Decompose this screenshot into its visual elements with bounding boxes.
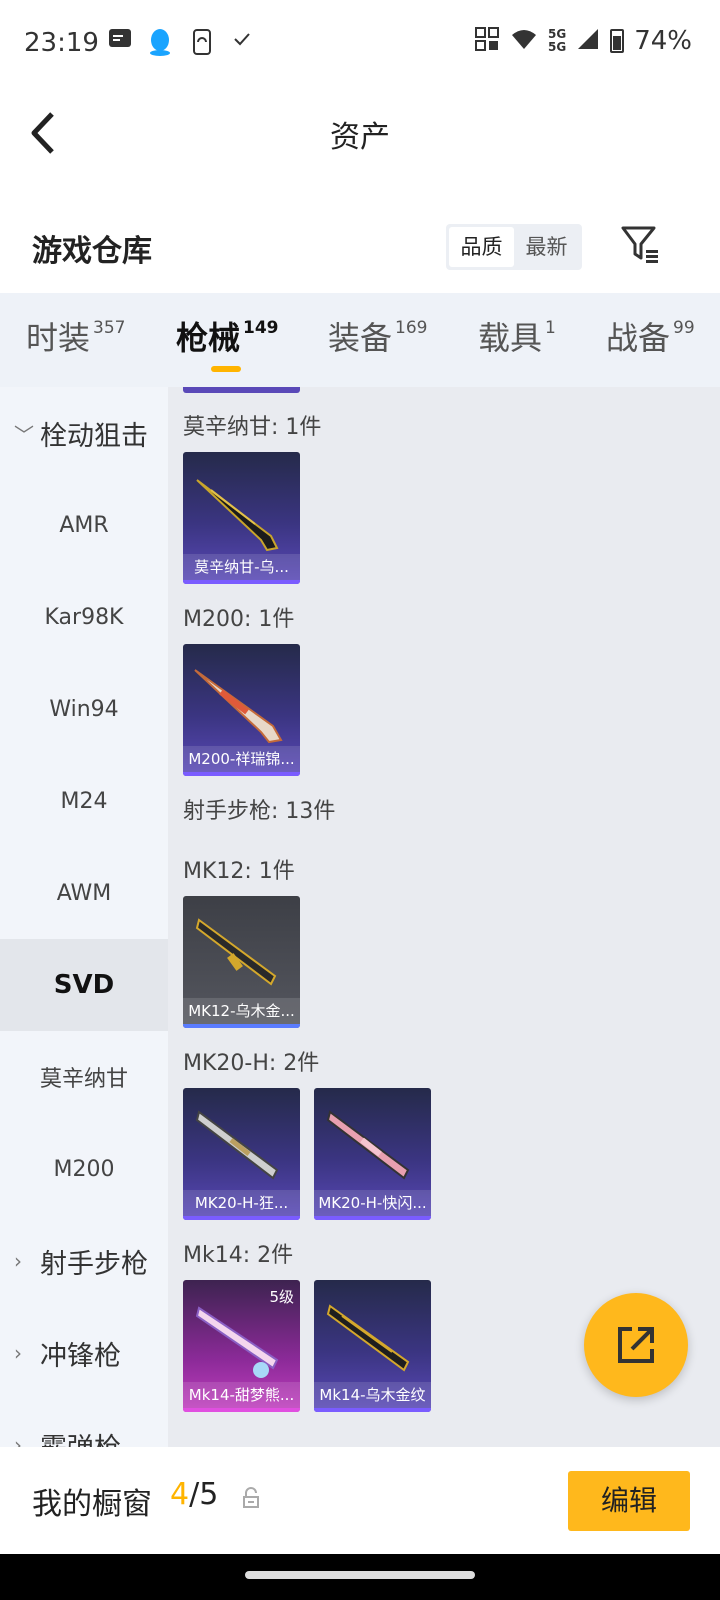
- sidebar-item-m24[interactable]: M24: [0, 755, 168, 847]
- group-label: Mk14: 2件: [183, 1243, 294, 1268]
- battery-level: 74%: [634, 26, 692, 56]
- sidebar-group-bolt-action[interactable]: ﹀ 栓动狙击: [0, 387, 168, 479]
- skin-name: MK20-H-快闪...: [314, 1190, 431, 1216]
- top-header: 资产: [0, 88, 720, 178]
- showcase-label: 我的橱窗: [32, 1487, 152, 1522]
- check-icon: [232, 28, 252, 58]
- rarity-strip: [183, 772, 300, 776]
- system-nav-bar: [0, 1554, 720, 1600]
- skin-card[interactable]: MK20-H-狂...: [183, 1088, 300, 1220]
- page-title: 资产: [330, 120, 390, 155]
- skin-card[interactable]: MK12-乌木金...: [183, 896, 300, 1028]
- filter-icon: [621, 226, 658, 263]
- tab-supplies[interactable]: 战备 99: [606, 313, 695, 359]
- status-bar: 23:19 5G 5G 74%: [0, 0, 720, 88]
- sidebar-item-mosin[interactable]: 莫辛纳甘: [0, 1031, 168, 1123]
- status-right: 5G 5G 74%: [474, 26, 692, 56]
- home-handle[interactable]: [245, 1571, 475, 1579]
- share-icon: [618, 1327, 654, 1363]
- phone-sync-icon: [190, 28, 214, 65]
- share-button[interactable]: [584, 1293, 688, 1397]
- category-tabs: 时装 357 枪械 149 装备 169 载具 1 战备 99: [0, 293, 720, 387]
- sidebar-item-m200[interactable]: M200: [0, 1123, 168, 1215]
- battery-icon: [610, 29, 625, 53]
- sidebar-group-shotgun[interactable]: ›霰弹枪: [0, 1399, 168, 1448]
- rifle-icon: [196, 479, 279, 552]
- message-icon: [108, 28, 132, 59]
- rifle-icon: [195, 918, 277, 986]
- chevron-down-icon: ﹀: [14, 422, 34, 447]
- group-label: MK20-H: 2件: [183, 1051, 320, 1076]
- warehouse-title: 游戏仓库: [32, 234, 152, 269]
- rarity-strip: [183, 580, 300, 584]
- tab-vehicles[interactable]: 载具 1: [478, 313, 556, 359]
- skin-card[interactable]: 5级 Mk14-甜梦熊...: [183, 1280, 300, 1412]
- sidebar-group-dmr[interactable]: › 射手步枪: [0, 1215, 168, 1307]
- weapon-category-sidebar: ﹀ 栓动狙击 AMR Kar98K Win94 M24 AWM SVD 莫辛纳甘 …: [0, 387, 168, 1447]
- group-label: 射手步枪: 13件: [183, 799, 336, 824]
- tab-firearms[interactable]: 枪械 149: [176, 313, 279, 359]
- group-label: MK12: 1件: [183, 859, 295, 884]
- rifle-icon: [326, 1110, 410, 1180]
- warehouse-header: 游戏仓库 品质 最新: [0, 210, 720, 290]
- network-type: 5G 5G: [548, 27, 567, 54]
- partial-card[interactable]: [183, 387, 300, 393]
- sidebar-item-win94[interactable]: Win94: [0, 663, 168, 755]
- wifi-icon: [510, 27, 538, 55]
- skin-card[interactable]: MK20-H-快闪...: [314, 1088, 431, 1220]
- sidebar-item-amr[interactable]: AMR: [0, 479, 168, 571]
- sidebar-item-svd[interactable]: SVD: [0, 939, 168, 1031]
- weapon-skin-list: 莫辛纳甘: 1件 莫辛纳甘-乌... M200: 1件 M200-祥瑞锦... …: [168, 387, 720, 1447]
- skin-card[interactable]: 莫辛纳甘-乌...: [183, 452, 300, 584]
- filter-button[interactable]: [620, 224, 660, 264]
- group-label: 莫辛纳甘: 1件: [183, 415, 322, 440]
- rarity-strip: [183, 1216, 300, 1220]
- rifle-icon: [195, 1110, 279, 1180]
- chevron-right-icon: ›: [14, 1249, 22, 1273]
- group-label: M200: 1件: [183, 607, 295, 632]
- showcase-count: 4/5: [170, 1477, 219, 1512]
- rifle-icon: [326, 1304, 410, 1372]
- rarity-strip: [183, 1024, 300, 1028]
- chevron-right-icon: ›: [14, 1433, 22, 1447]
- sort-quality-button[interactable]: 品质: [449, 227, 514, 267]
- skin-name: 莫辛纳甘-乌...: [183, 554, 300, 580]
- sidebar-item-awm[interactable]: AWM: [0, 847, 168, 939]
- sidebar-item-kar98k[interactable]: Kar98K: [0, 571, 168, 663]
- chevron-right-icon: ›: [14, 1341, 22, 1365]
- edit-button[interactable]: 编辑: [568, 1471, 690, 1531]
- showcase-bar: 我的橱窗 4/5 编辑: [0, 1447, 720, 1554]
- sidebar-group-smg[interactable]: › 冲锋枪: [0, 1307, 168, 1399]
- skin-name: MK12-乌木金...: [183, 998, 300, 1024]
- nfc-icon: [474, 26, 500, 56]
- tab-outfits[interactable]: 时装 357: [26, 313, 125, 359]
- rifle-icon: [195, 1306, 279, 1378]
- skin-name: Mk14-乌木金纹: [314, 1382, 431, 1408]
- sort-newest-button[interactable]: 最新: [514, 227, 579, 267]
- skin-card[interactable]: M200-祥瑞锦...: [183, 644, 300, 776]
- skin-name: MK20-H-狂...: [183, 1190, 300, 1216]
- lock-icon: [242, 1487, 260, 1509]
- tab-equipment[interactable]: 装备 169: [328, 313, 427, 359]
- status-time: 23:19: [24, 28, 99, 58]
- sort-toggle: 品质 最新: [446, 224, 582, 270]
- rifle-icon: [194, 669, 283, 744]
- rarity-strip: [183, 1408, 300, 1412]
- rarity-strip: [314, 1216, 431, 1220]
- qq-icon: [148, 28, 172, 65]
- active-tab-indicator: [211, 366, 241, 372]
- skin-name: Mk14-甜梦熊...: [183, 1382, 300, 1408]
- skin-card[interactable]: Mk14-乌木金纹: [314, 1280, 431, 1412]
- skin-name: M200-祥瑞锦...: [183, 746, 300, 772]
- signal-icon: [576, 27, 600, 55]
- rarity-strip: [314, 1408, 431, 1412]
